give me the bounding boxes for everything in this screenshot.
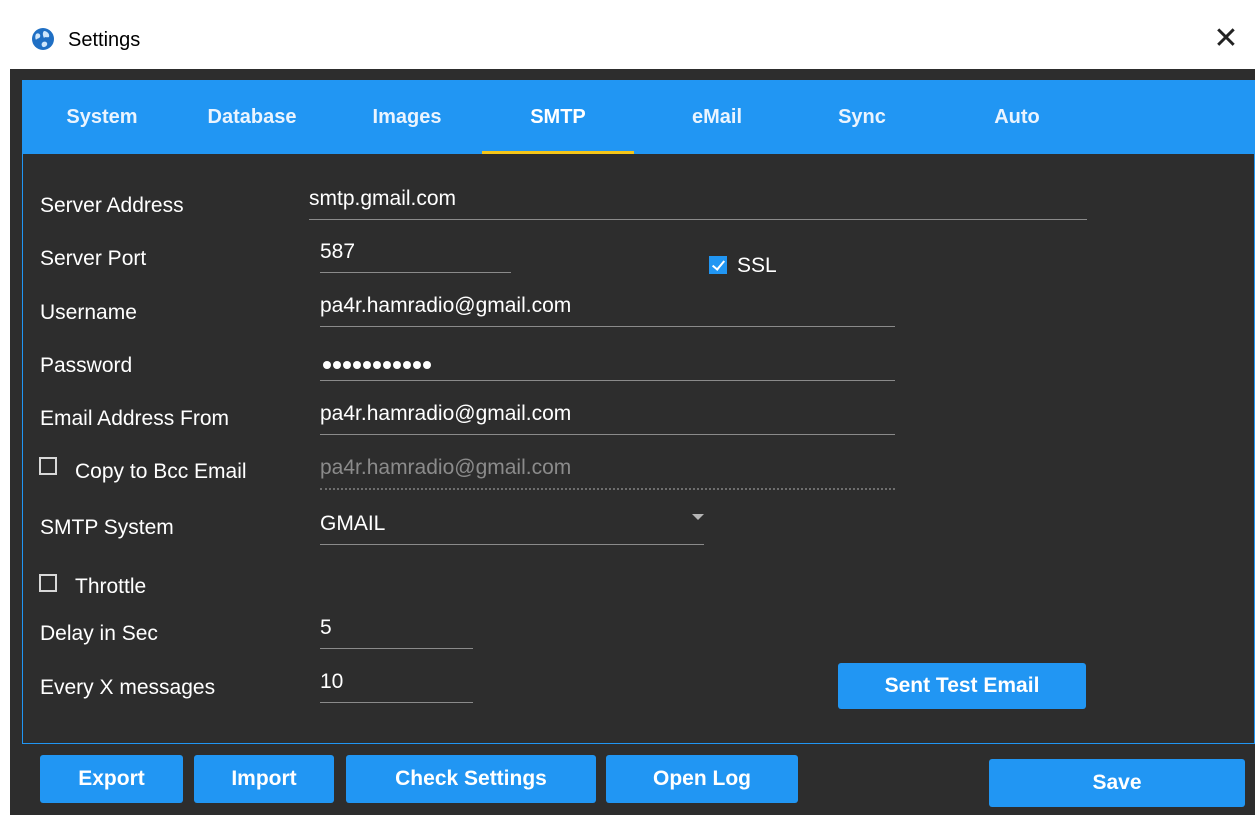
settings-window: System Database Images SMTP eMail Sync A… <box>10 69 1255 815</box>
password-dot <box>413 361 421 369</box>
tab-auto[interactable]: Auto <box>957 80 1077 154</box>
username-label: Username <box>40 301 137 324</box>
tab-email[interactable]: eMail <box>657 80 777 154</box>
password-dot <box>323 361 331 369</box>
delay-label: Delay in Sec <box>40 622 158 645</box>
bcc-checkbox[interactable] <box>39 457 57 475</box>
smtp-system-label: SMTP System <box>40 516 174 539</box>
bcc-email-input[interactable]: pa4r.hamradio@gmail.com <box>320 448 895 490</box>
tab-bar: System Database Images SMTP eMail Sync A… <box>22 80 1255 154</box>
every-x-input[interactable]: 10 <box>320 662 473 703</box>
globe-icon <box>32 28 54 50</box>
open-log-button[interactable]: Open Log <box>606 755 798 803</box>
export-button[interactable]: Export <box>40 755 183 803</box>
check-settings-button[interactable]: Check Settings <box>346 755 596 803</box>
bcc-label: Copy to Bcc Email <box>75 460 247 483</box>
window-title: Settings <box>68 29 141 51</box>
close-icon: ✕ <box>1213 21 1239 56</box>
server-port-label: Server Port <box>40 247 147 270</box>
tab-smtp[interactable]: SMTP <box>482 80 634 154</box>
tab-images[interactable]: Images <box>347 80 467 154</box>
password-dot <box>363 361 371 369</box>
tab-system[interactable]: System <box>42 80 162 154</box>
password-dot <box>393 361 401 369</box>
save-button[interactable]: Save <box>989 759 1245 807</box>
username-input[interactable]: pa4r.hamradio@gmail.com <box>320 287 895 327</box>
smtp-system-select[interactable]: GMAIL <box>320 504 704 545</box>
password-dot <box>373 361 381 369</box>
tab-database[interactable]: Database <box>187 80 317 154</box>
password-dot <box>403 361 411 369</box>
password-input[interactable] <box>320 340 895 381</box>
password-dot <box>383 361 391 369</box>
tab-sync[interactable]: Sync <box>802 80 922 154</box>
import-button[interactable]: Import <box>194 755 334 803</box>
throttle-label: Throttle <box>75 575 147 598</box>
password-dot <box>353 361 361 369</box>
email-from-label: Email Address From <box>40 407 230 430</box>
email-from-input[interactable]: pa4r.hamradio@gmail.com <box>320 394 895 435</box>
server-port-input[interactable]: 587 <box>320 234 511 273</box>
delay-input[interactable]: 5 <box>320 608 473 649</box>
chevron-down-icon <box>692 514 704 520</box>
password-label: Password <box>40 354 133 377</box>
throttle-checkbox[interactable] <box>39 574 57 592</box>
ssl-label: SSL <box>737 254 777 277</box>
ssl-checkbox[interactable] <box>709 256 727 274</box>
close-button[interactable]: ✕ <box>1209 22 1243 56</box>
password-dot <box>423 361 431 369</box>
password-dot <box>333 361 341 369</box>
every-x-label: Every X messages <box>40 676 216 699</box>
password-dot <box>343 361 351 369</box>
server-address-input[interactable]: smtp.gmail.com <box>309 184 1087 220</box>
title-bar: Settings ✕ <box>10 10 1255 69</box>
server-address-label: Server Address <box>40 194 184 217</box>
send-test-email-button[interactable]: Sent Test Email <box>838 663 1086 709</box>
password-mask <box>323 361 431 369</box>
smtp-panel: Server Address smtp.gmail.com Server Por… <box>22 154 1255 744</box>
